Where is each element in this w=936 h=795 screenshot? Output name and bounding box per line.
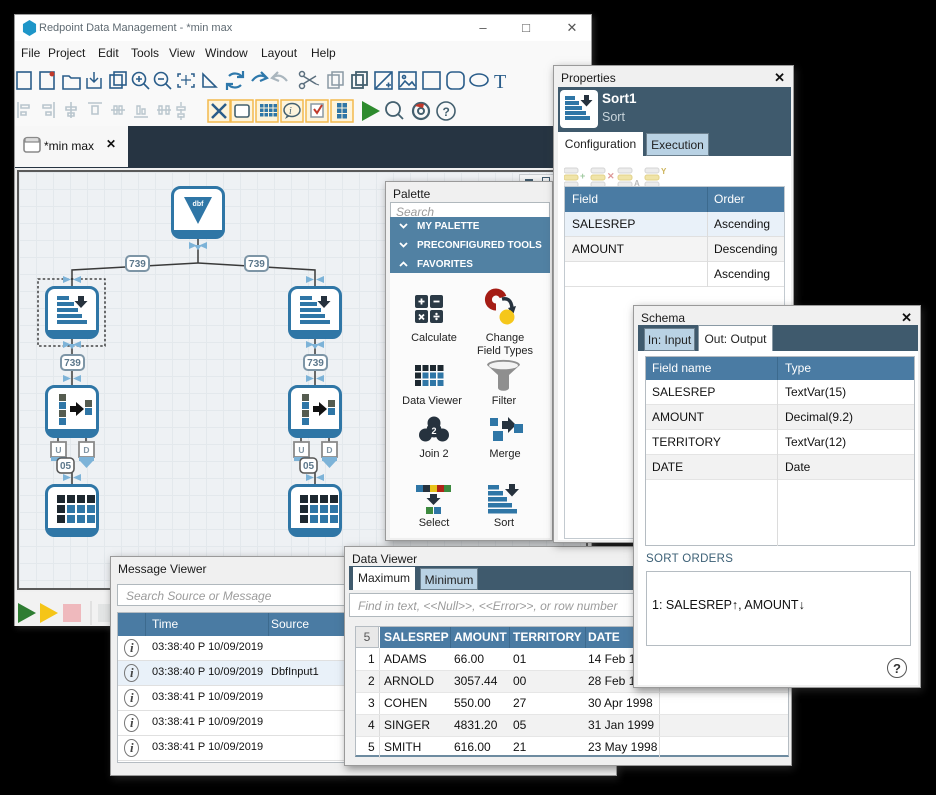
svg-text:Filter: Filter: [492, 395, 517, 407]
svg-text:Change: Change: [486, 332, 525, 344]
svg-text:Field Types: Field Types: [477, 345, 534, 357]
svg-text:Data Viewer: Data Viewer: [402, 395, 462, 407]
svg-text:Join 2: Join 2: [419, 448, 448, 460]
svg-text:05: 05: [60, 461, 72, 472]
svg-text:739: 739: [129, 259, 146, 270]
svg-text:2: 2: [431, 426, 436, 436]
svg-text:✕: ✕: [607, 171, 615, 181]
svg-text:dbf: dbf: [193, 201, 205, 208]
svg-text:U: U: [55, 445, 61, 455]
svg-text:Sort: Sort: [494, 517, 514, 529]
svg-text:Merge: Merge: [489, 448, 520, 460]
svg-text:?: ?: [443, 105, 450, 119]
svg-text:+: +: [580, 171, 585, 181]
svg-text:T: T: [494, 71, 506, 93]
svg-text:D: D: [83, 445, 89, 455]
svg-text:Y: Y: [661, 167, 667, 176]
svg-text:i: i: [289, 106, 292, 117]
svg-text:Select: Select: [419, 517, 450, 529]
svg-text:Calculate: Calculate: [411, 332, 457, 344]
